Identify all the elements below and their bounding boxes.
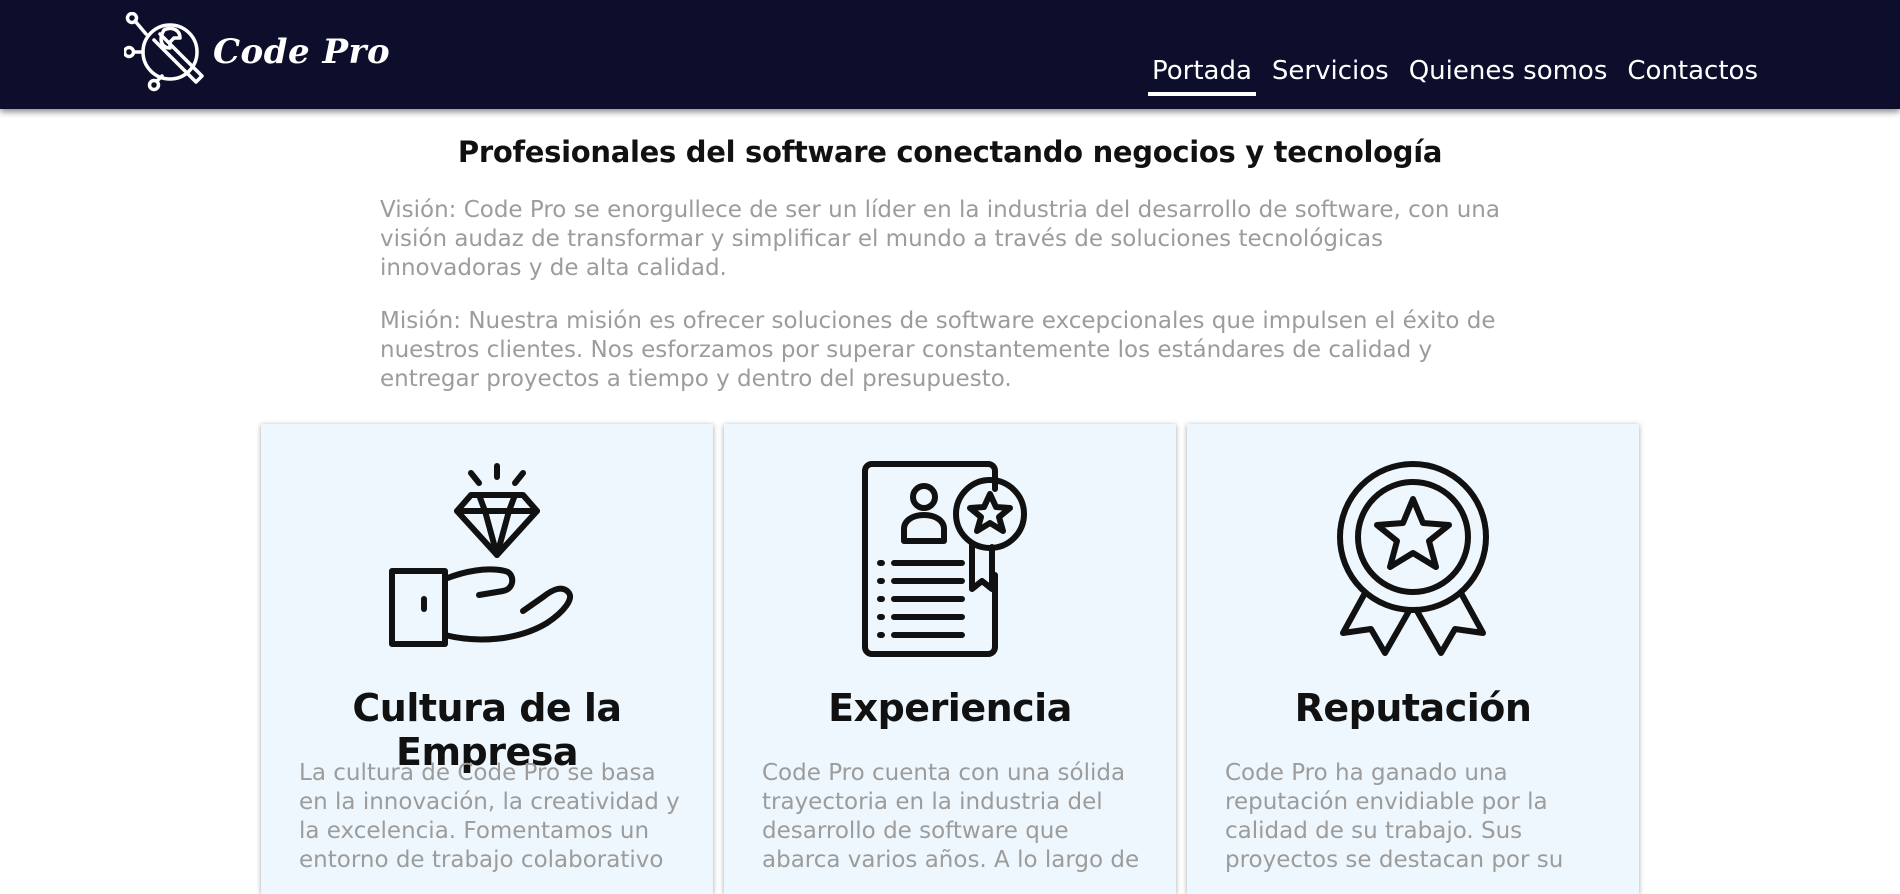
card-title: Experiencia	[828, 686, 1072, 730]
diamond-hand-icon	[389, 463, 573, 647]
nav-item-servicios[interactable]: Servicios	[1262, 52, 1399, 96]
card-text: Code Pro cuenta con una sólida trayector…	[762, 760, 1140, 873]
nav-item-quienes-somos[interactable]: Quienes somos	[1399, 52, 1618, 96]
card-title: Reputación	[1294, 686, 1532, 730]
card-cultura: Cultura de la Empresa La cultura de Code…	[261, 424, 713, 894]
top-navbar: Code Pro Portada Servicios Quienes somos…	[0, 0, 1900, 109]
nav-item-portada[interactable]: Portada	[1142, 52, 1262, 96]
card-experiencia: Experiencia Code Pro cuenta con una sóli…	[724, 424, 1176, 894]
card-text: La cultura de Code Pro se basa en la inn…	[299, 760, 680, 873]
code-pro-logo-icon	[124, 12, 204, 92]
card-reputacion: Reputación Code Pro ha ganado una reputa…	[1187, 424, 1639, 894]
vision-paragraph: Visión: Code Pro se enorgullece de ser u…	[380, 197, 1500, 281]
mission-paragraph: Misión: Nuestra misión es ofrecer soluci…	[380, 308, 1496, 392]
card-text: Code Pro ha ganado una reputación envidi…	[1225, 760, 1564, 873]
main-navigation: Portada Servicios Quienes somos Contacto…	[1142, 52, 1768, 96]
medal-icon	[1337, 461, 1489, 656]
nav-item-contactos[interactable]: Contactos	[1617, 52, 1768, 96]
page-headline: Profesionales del software conectando ne…	[457, 135, 1443, 169]
certificate-icon	[862, 461, 1027, 657]
brand-logo-link[interactable]: Code Pro	[124, 12, 394, 92]
brand-name: Code Pro	[213, 32, 391, 72]
